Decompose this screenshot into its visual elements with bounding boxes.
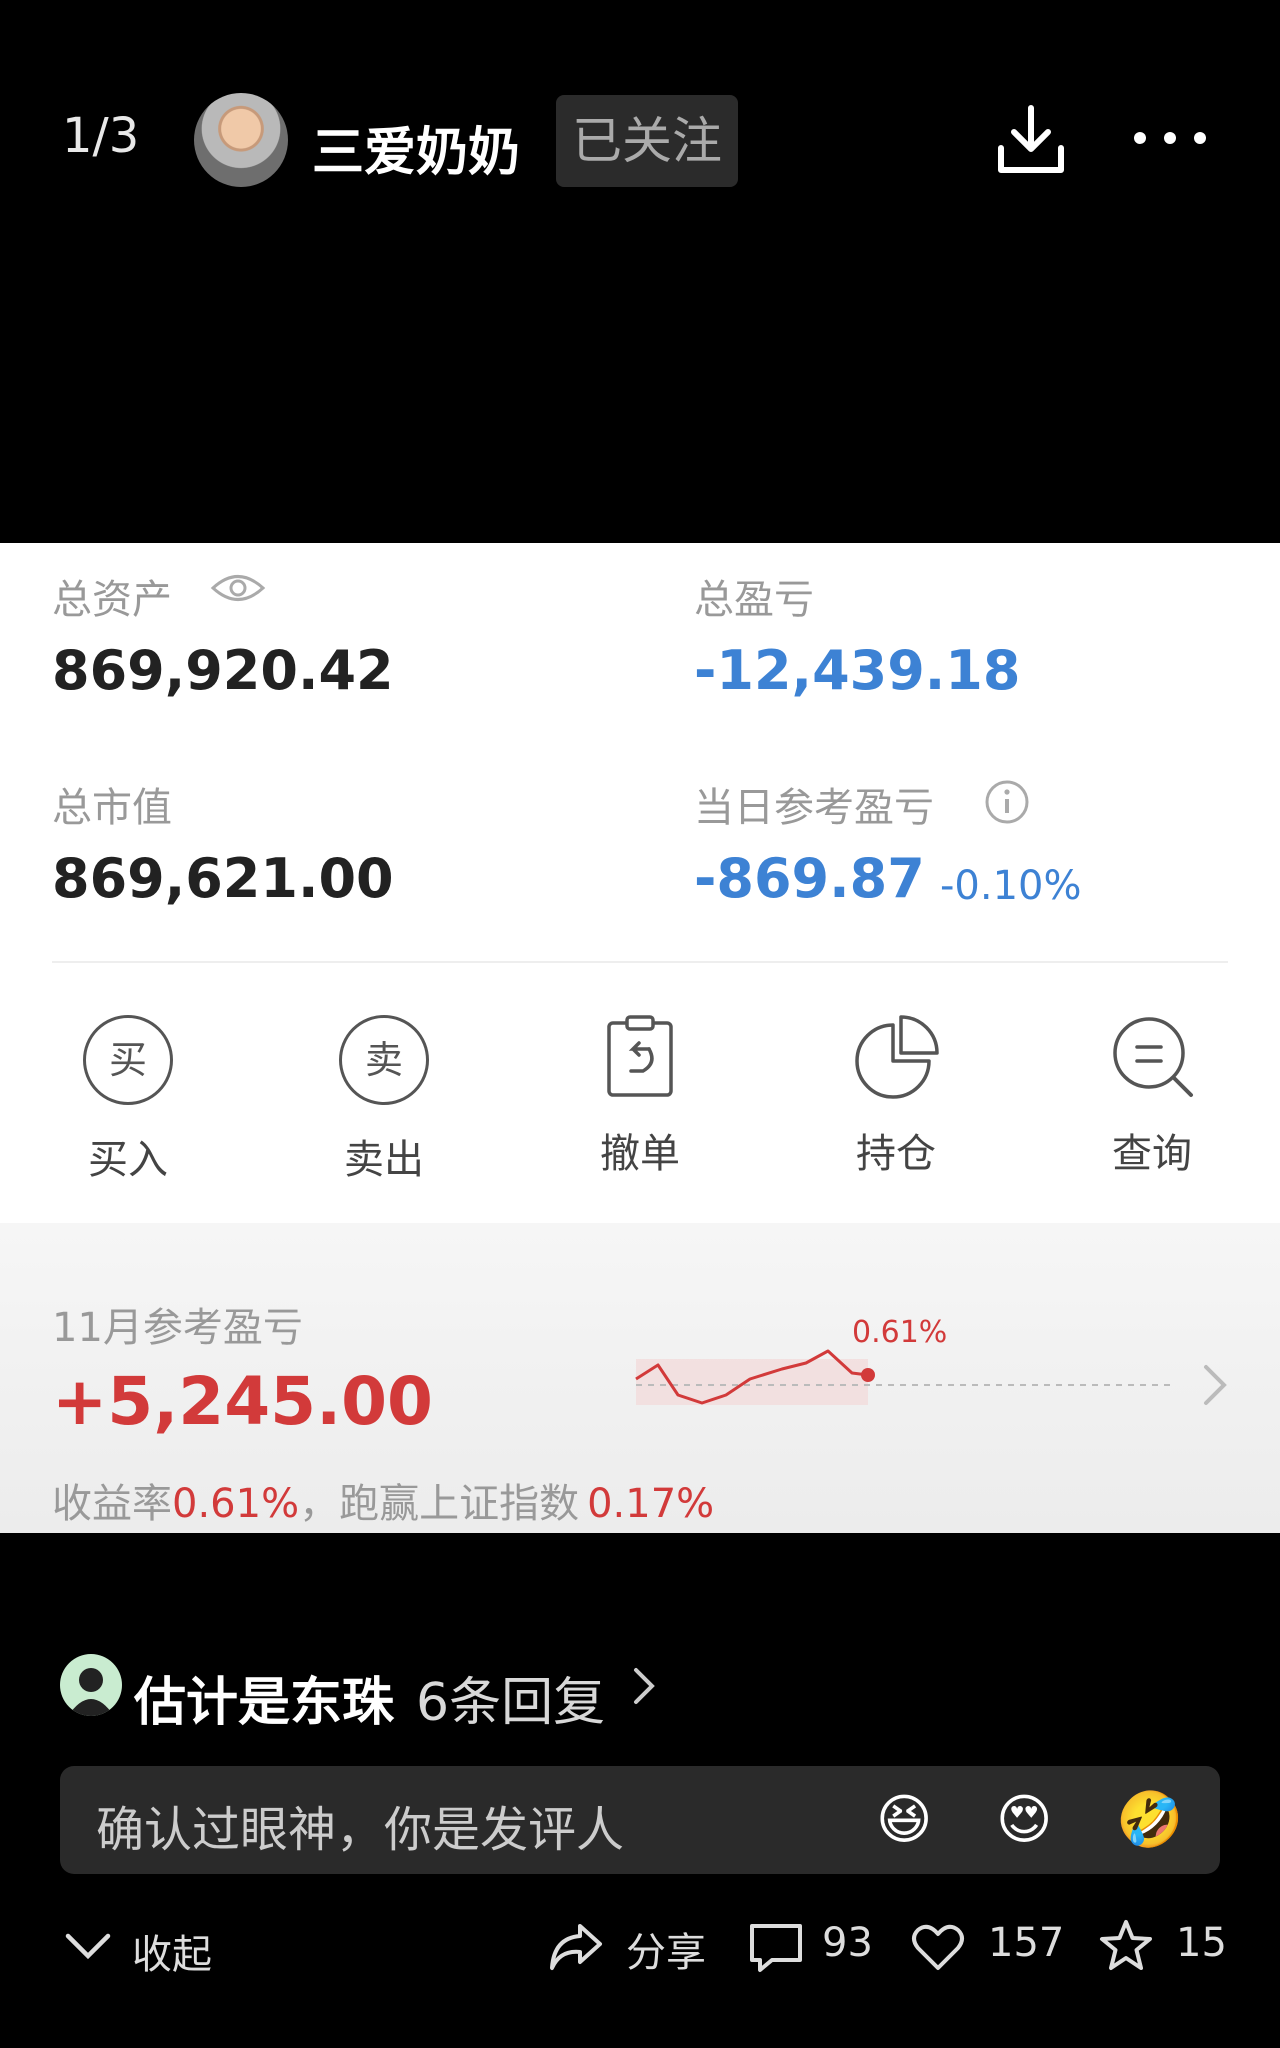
emoji-grin-button[interactable]: 😆 <box>876 1788 932 1852</box>
favorites-count[interactable]: 15 <box>1176 1920 1227 1966</box>
daily-pl-percent: -0.10% <box>940 863 1082 909</box>
comment-icon[interactable] <box>748 1920 804 1976</box>
return-label: 收益率 <box>52 1481 172 1527</box>
share-button[interactable]: 分享 <box>626 1920 706 1978</box>
pie-chart-icon <box>855 1015 939 1099</box>
beat-index-label: 跑赢上证指数 <box>339 1481 580 1527</box>
heart-icon[interactable] <box>910 1920 966 1976</box>
total-assets-value: 869,920.42 <box>52 639 394 702</box>
monthly-pl-value: +5,245.00 <box>52 1363 433 1440</box>
total-assets-label: 总资产 <box>52 577 172 623</box>
positions-button[interactable]: 持仓 <box>816 1011 976 1179</box>
query-button[interactable]: 查询 <box>1072 1011 1232 1179</box>
eye-icon <box>210 575 266 601</box>
portfolio-screenshot: 总资产 869,920.42 总盈亏 -12,439.18 总市值 869,62… <box>0 543 1280 1533</box>
monthly-pl-card[interactable]: 11月参考盈亏 +5,245.00 收益率0.61%，跑赢上证指数 0.17% 0… <box>0 1223 1280 1533</box>
chevron-right-icon[interactable] <box>632 1662 656 1710</box>
emoji-heart-eyes-button[interactable]: 😍 <box>996 1788 1052 1852</box>
search-icon <box>1113 1017 1193 1097</box>
author-avatar[interactable] <box>194 93 288 187</box>
download-icon[interactable] <box>996 104 1066 176</box>
clipboard-undo-icon <box>607 1015 673 1097</box>
positions-label: 持仓 <box>856 1131 936 1177</box>
emoji-rofl-button[interactable]: 🤣 <box>1116 1788 1183 1852</box>
divider <box>52 961 1228 963</box>
market-value-value: 869,621.00 <box>52 847 394 910</box>
beat-index-value: 0.17% <box>587 1481 715 1527</box>
buy-label: 买入 <box>88 1137 168 1183</box>
query-label: 查询 <box>1112 1131 1192 1177</box>
more-icon[interactable] <box>1130 124 1210 152</box>
commenter-avatar-icon <box>68 1668 114 1716</box>
page-indicator: 1/3 <box>62 108 140 164</box>
monthly-return-stats: 收益率0.61%，跑赢上证指数 0.17% <box>52 1471 714 1529</box>
chevron-down-icon[interactable] <box>62 1926 114 1966</box>
daily-pl-label: 当日参考盈亏 <box>694 785 934 831</box>
cancel-order-button[interactable]: 撤单 <box>560 1011 720 1179</box>
author-name[interactable]: 三爱奶奶 <box>312 110 520 185</box>
total-pl-label: 总盈亏 <box>694 577 814 623</box>
comments-count[interactable]: 93 <box>822 1920 873 1966</box>
sell-icon: 卖 <box>339 1015 429 1105</box>
share-icon[interactable] <box>548 1918 604 1974</box>
market-value-label: 总市值 <box>52 785 172 831</box>
reply-count[interactable]: 6条回复 <box>416 1660 605 1735</box>
cancel-order-label: 撤单 <box>600 1131 680 1177</box>
total-pl-value: -12,439.18 <box>694 639 1021 702</box>
follow-button[interactable]: 已关注 <box>556 95 738 187</box>
collapse-button[interactable]: 收起 <box>132 1922 212 1980</box>
monthly-pl-label: 11月参考盈亏 <box>52 1305 303 1351</box>
chevron-right-icon <box>1204 1365 1227 1405</box>
sparkline-label: 0.61% <box>852 1315 948 1350</box>
return-value: 0.61% <box>172 1481 300 1527</box>
commenter-avatar[interactable] <box>60 1654 122 1716</box>
buy-icon: 买 <box>83 1015 173 1105</box>
info-icon <box>985 780 1029 824</box>
commenter-name[interactable]: 估计是东珠 <box>134 1660 394 1735</box>
star-icon[interactable] <box>1098 1918 1154 1974</box>
sell-button[interactable]: 卖 卖出 <box>304 1015 464 1185</box>
comment-input-text: 确认过眼神，你是发评人 <box>96 1802 625 1858</box>
buy-button[interactable]: 买 买入 <box>48 1015 208 1185</box>
sell-label: 卖出 <box>344 1137 424 1183</box>
daily-pl-value: -869.87 <box>694 847 925 910</box>
comment-input[interactable]: 确认过眼神，你是发评人 😆 😍 🤣 <box>60 1766 1220 1874</box>
stats-separator: ， <box>299 1481 340 1527</box>
likes-count[interactable]: 157 <box>988 1920 1064 1966</box>
